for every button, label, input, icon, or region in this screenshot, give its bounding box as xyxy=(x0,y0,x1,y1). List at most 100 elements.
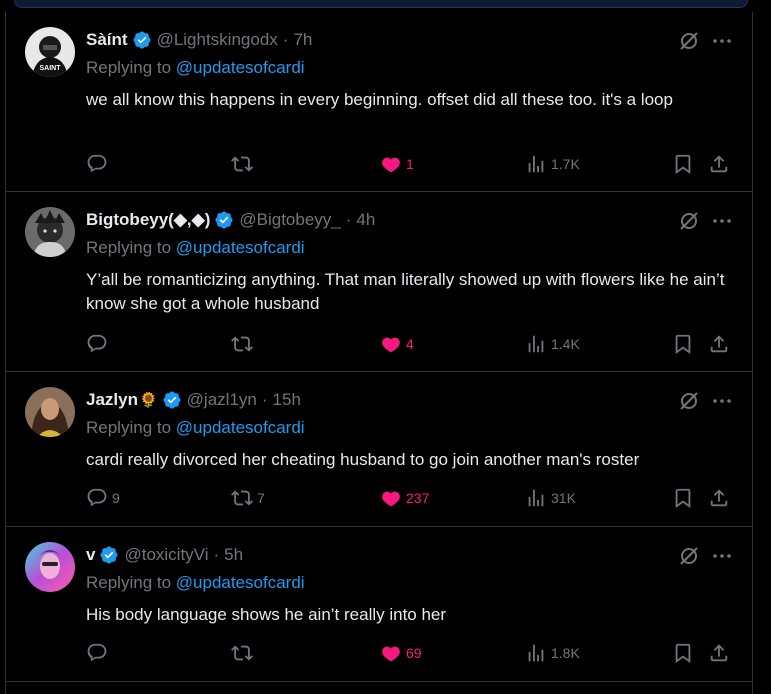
like-button[interactable]: 1 xyxy=(380,151,414,177)
timestamp[interactable]: 4h xyxy=(356,210,375,230)
replying-to: Replying to @updatesofcardi xyxy=(86,238,305,258)
views-button[interactable]: 31K xyxy=(525,485,576,511)
mention-link[interactable]: @updatesofcardi xyxy=(176,418,305,437)
reply-icon xyxy=(87,154,107,173)
bookmark-button[interactable] xyxy=(672,485,694,511)
action-bar: 4 1.4K xyxy=(6,331,752,357)
like-count: 4 xyxy=(406,336,414,352)
views-count: 1.4K xyxy=(551,336,580,352)
more-icon[interactable] xyxy=(710,544,734,568)
repost-icon xyxy=(231,645,253,661)
reply-button[interactable] xyxy=(86,151,112,177)
timestamp[interactable]: 15h xyxy=(273,390,301,410)
top-banner-edge xyxy=(14,0,748,8)
like-button[interactable]: 69 xyxy=(380,640,422,666)
mention-link[interactable]: @updatesofcardi xyxy=(176,58,305,77)
reply-text: we all know this happens in every beginn… xyxy=(86,90,673,109)
bookmark-icon xyxy=(675,154,691,175)
share-icon xyxy=(710,644,728,662)
reply-item[interactable]: Jazlyn 🌻 @jazl1yn · 15h Replying to @upd… xyxy=(6,372,752,527)
display-name[interactable]: Jazlyn xyxy=(86,390,138,410)
grok-icon[interactable] xyxy=(677,544,701,568)
reply-item[interactable]: Bigtobeyy(◆,◆) @Bigtobeyy_ · 4h Replying… xyxy=(6,192,752,372)
reply-item[interactable]: SAINT Sàínt @Lightskingodx · 7h Replying… xyxy=(6,12,752,192)
more-icon[interactable] xyxy=(710,209,734,233)
display-name[interactable]: Sàínt xyxy=(86,30,128,50)
verified-badge-icon[interactable] xyxy=(214,210,234,230)
bookmark-icon xyxy=(675,334,691,355)
more-icon[interactable] xyxy=(710,389,734,413)
reply-count: 9 xyxy=(112,490,120,506)
repost-button[interactable] xyxy=(231,151,257,177)
verified-badge-icon[interactable] xyxy=(99,545,119,565)
handle[interactable]: @toxicityVi xyxy=(124,545,208,565)
repost-button[interactable] xyxy=(231,640,257,666)
avatar-caption: SAINT xyxy=(40,65,62,72)
avatar[interactable] xyxy=(25,387,75,437)
handle[interactable]: @Lightskingodx xyxy=(157,30,278,50)
views-button[interactable]: 1.8K xyxy=(525,640,580,666)
grok-icon[interactable] xyxy=(677,29,701,53)
display-name[interactable]: v xyxy=(86,545,95,565)
share-button[interactable] xyxy=(708,640,730,666)
repost-button[interactable] xyxy=(231,331,257,357)
grok-icon[interactable] xyxy=(677,209,701,233)
avatar[interactable] xyxy=(25,542,75,592)
verified-badge-icon[interactable] xyxy=(162,390,182,410)
share-icon xyxy=(710,155,728,173)
bookmark-button[interactable] xyxy=(672,151,694,177)
action-bar: 9 7 237 31K xyxy=(6,485,752,511)
like-icon xyxy=(382,337,400,353)
views-button[interactable]: 1.7K xyxy=(525,151,580,177)
bookmark-button[interactable] xyxy=(672,331,694,357)
reply-header: Bigtobeyy(◆,◆) @Bigtobeyy_ · 4h xyxy=(86,209,375,231)
views-icon xyxy=(528,644,544,662)
mention-link[interactable]: @updatesofcardi xyxy=(176,238,305,257)
separator-dot: · xyxy=(282,30,289,49)
repost-button[interactable]: 7 xyxy=(231,485,265,511)
reply-item[interactable]: v @toxicityVi · 5h Replying to @updateso… xyxy=(6,527,752,682)
like-button[interactable]: 4 xyxy=(380,331,414,357)
reply-button[interactable] xyxy=(86,331,112,357)
replying-prefix: Replying to xyxy=(86,58,176,77)
like-count: 237 xyxy=(406,490,430,506)
reply-header: Jazlyn 🌻 @jazl1yn · 15h xyxy=(86,389,301,411)
share-button[interactable] xyxy=(708,485,730,511)
reply-button[interactable]: 9 xyxy=(86,485,120,511)
grok-icon[interactable] xyxy=(677,389,701,413)
timestamp[interactable]: 5h xyxy=(224,545,243,565)
views-button[interactable]: 1.4K xyxy=(525,331,580,357)
like-icon xyxy=(382,646,400,662)
views-icon xyxy=(528,155,544,173)
mention-link[interactable]: @updatesofcardi xyxy=(176,573,305,592)
replies-feed: SAINT Sàínt @Lightskingodx · 7h Replying… xyxy=(5,12,753,694)
repost-icon xyxy=(231,490,253,506)
replying-prefix: Replying to xyxy=(86,418,176,437)
like-button[interactable]: 237 xyxy=(380,485,429,511)
name-emoji: 🌻 xyxy=(138,392,158,409)
views-count: 1.7K xyxy=(551,156,580,172)
timestamp[interactable]: 7h xyxy=(293,30,312,50)
views-icon xyxy=(528,335,544,353)
repost-icon xyxy=(231,156,253,172)
avatar[interactable]: SAINT xyxy=(25,27,75,77)
reply-icon xyxy=(87,643,107,662)
like-icon xyxy=(382,491,400,507)
handle[interactable]: @jazl1yn xyxy=(187,390,257,410)
display-name[interactable]: Bigtobeyy(◆,◆) xyxy=(86,210,210,230)
bookmark-button[interactable] xyxy=(672,640,694,666)
share-button[interactable] xyxy=(708,151,730,177)
separator-dot: · xyxy=(345,210,352,229)
views-icon xyxy=(528,489,544,507)
reply-icon xyxy=(87,488,107,507)
share-button[interactable] xyxy=(708,331,730,357)
share-icon xyxy=(710,489,728,507)
reply-button[interactable] xyxy=(86,640,112,666)
verified-badge-icon[interactable] xyxy=(132,30,152,50)
avatar[interactable] xyxy=(25,207,75,257)
views-count: 31K xyxy=(551,490,576,506)
replying-to: Replying to @updatesofcardi xyxy=(86,573,305,593)
handle[interactable]: @Bigtobeyy_ xyxy=(239,210,340,230)
more-icon[interactable] xyxy=(710,29,734,53)
replying-prefix: Replying to xyxy=(86,573,176,592)
